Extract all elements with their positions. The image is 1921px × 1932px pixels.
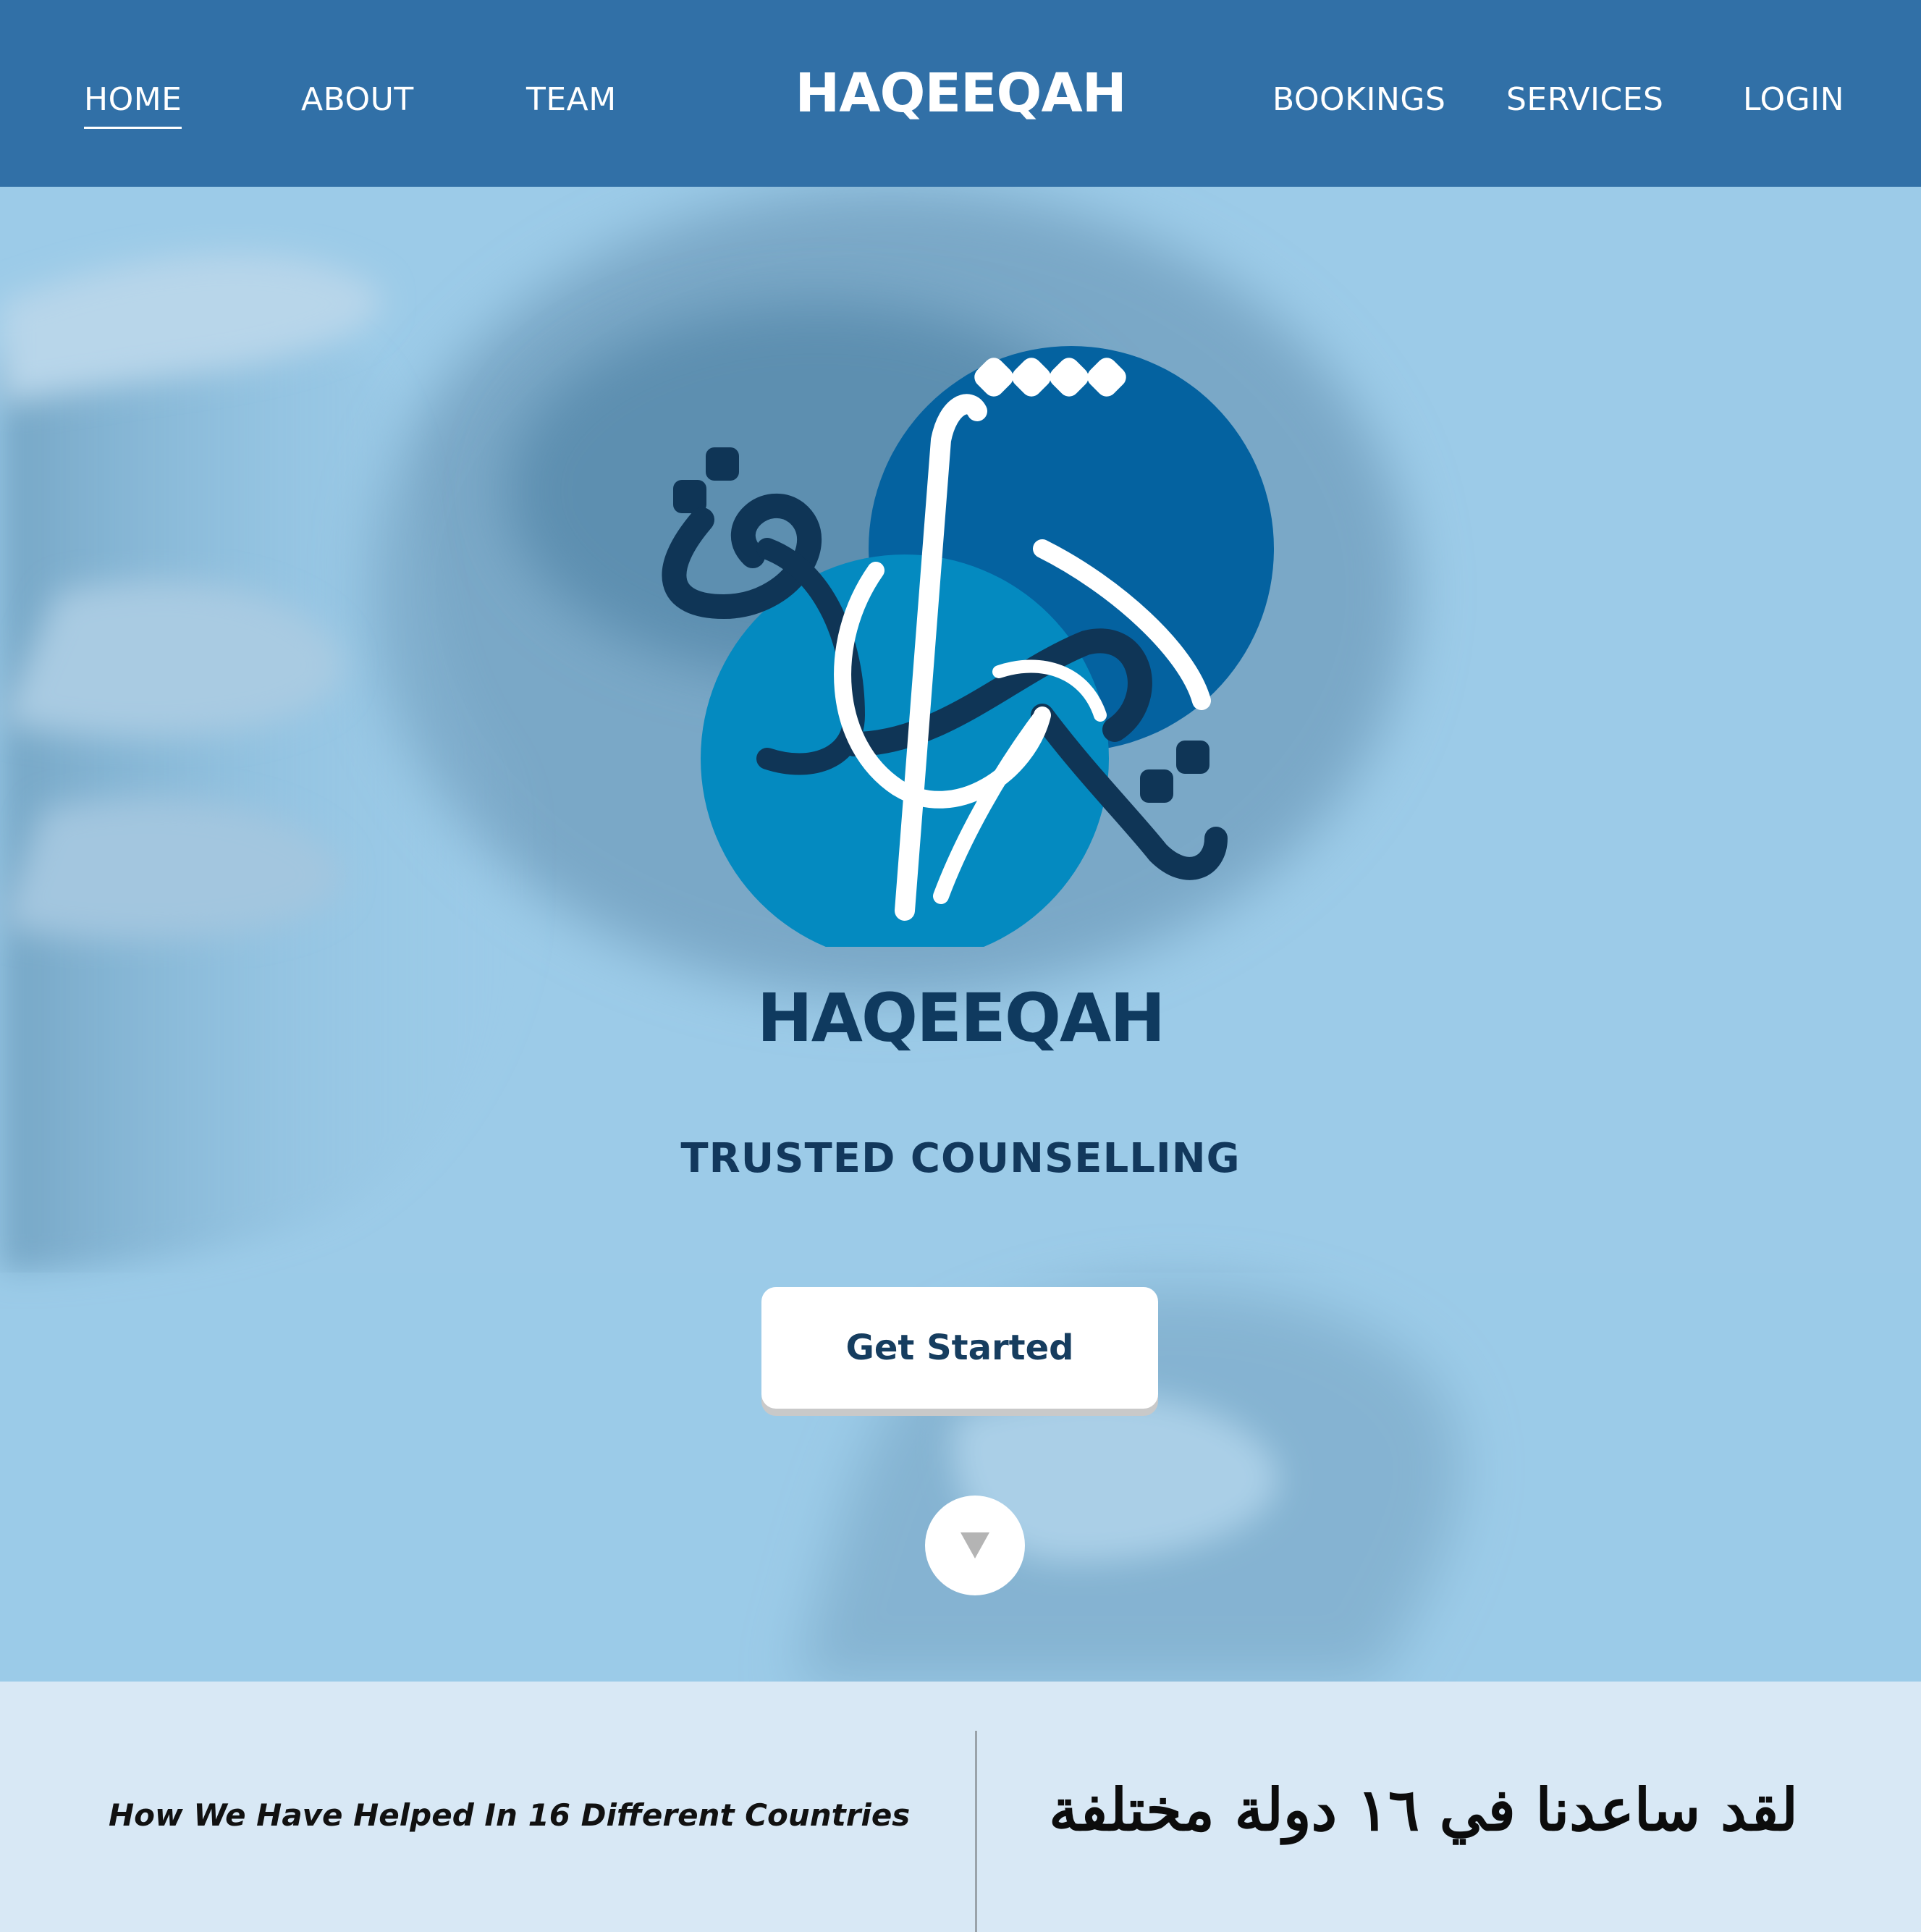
countries-english-text: How We Have Helped In 16 Different Count…: [109, 1797, 911, 1833]
countries-strip: How We Have Helped In 16 Different Count…: [0, 1682, 1921, 1932]
hero-tagline: TRUSTED COUNSELLING: [680, 1135, 1241, 1182]
haqeeqah-calligraphy-logo: [662, 346, 1274, 947]
nav-login-label: LOGIN: [1743, 81, 1845, 118]
nav-bookings-label: BOOKINGS: [1272, 81, 1446, 118]
nav-services-label: SERVICES: [1506, 81, 1664, 118]
hero-section: HAQEEQAH TRUSTED COUNSELLING Get Started: [0, 187, 1921, 1682]
strip-divider: [975, 1731, 977, 1932]
top-nav: HOME ABOUT TEAM HAQEEQAH BOOKINGS SERVIC…: [0, 0, 1921, 187]
triangle-down-icon: [960, 1532, 989, 1558]
hero-brand-wordmark: HAQEEQAH: [756, 979, 1166, 1057]
scroll-down-button[interactable]: [925, 1496, 1025, 1595]
countries-arabic-text: لقد ساعدنا في ١٦ دولة مختلفة: [1049, 1776, 1798, 1844]
nav-login[interactable]: LOGIN: [1743, 81, 1844, 118]
get-started-button[interactable]: Get Started: [761, 1287, 1158, 1409]
nav-services[interactable]: SERVICES: [1506, 81, 1663, 118]
nav-bookings[interactable]: BOOKINGS: [1272, 81, 1445, 118]
